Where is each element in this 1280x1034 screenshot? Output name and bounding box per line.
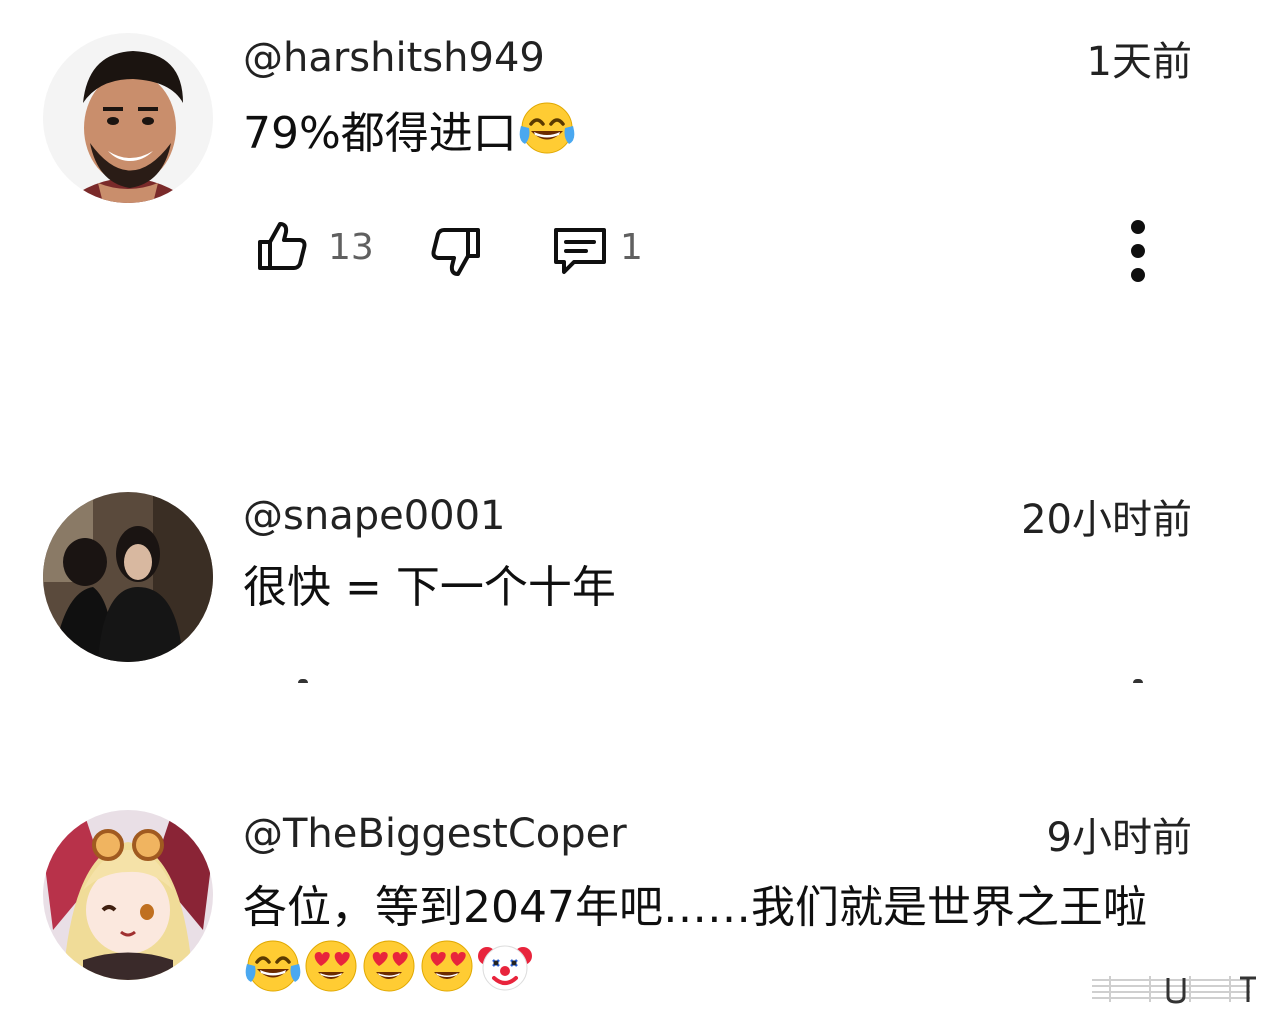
heart-eyes-emoji [303, 938, 359, 994]
comment-timestamp: 9小时前 [1046, 815, 1192, 861]
comment-author[interactable]: @TheBiggestCoper [243, 810, 627, 858]
face-with-tears-of-joy-emoji [245, 938, 301, 994]
clown-face-emoji [477, 938, 533, 994]
heart-eyes-emoji [419, 938, 475, 994]
comment-text-body: 各位，等到2047年吧……我们就是世界之王啦 [243, 882, 1147, 933]
heart-eyes-emoji [361, 938, 417, 994]
comment-text: 各位，等到2047年吧……我们就是世界之王啦 [243, 878, 1203, 1002]
watermark-icon [1092, 976, 1256, 1004]
comment-thread: @TheBiggestCoper 9小时前 各位，等到2047年吧……我们就是世… [0, 0, 1280, 1034]
avatar[interactable] [43, 810, 213, 980]
